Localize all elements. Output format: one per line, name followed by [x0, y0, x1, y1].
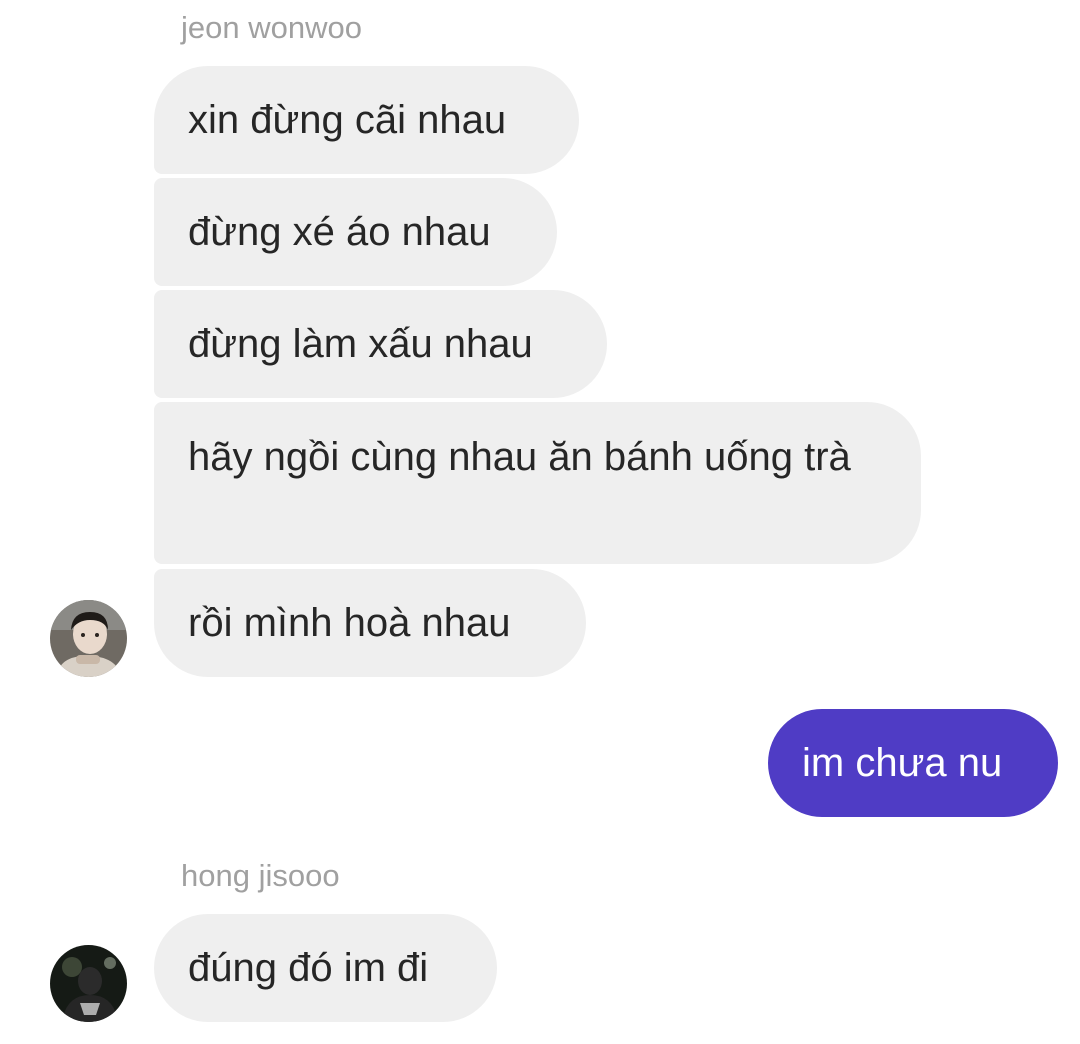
message-bubble[interactable]: đừng làm xấu nhau	[154, 290, 607, 398]
message-bubble[interactable]: đừng xé áo nhau	[154, 178, 557, 286]
sender-name: hong jisooo	[181, 858, 340, 893]
avatar[interactable]	[50, 945, 127, 1022]
message-bubble[interactable]: rồi mình hoà nhau	[154, 569, 586, 677]
message-bubble[interactable]: xin đừng cãi nhau	[154, 66, 579, 174]
sender-name: jeon wonwoo	[181, 10, 362, 45]
message-bubble-outgoing[interactable]: im chưa nu	[768, 709, 1058, 817]
message-bubble[interactable]: đúng đó im đi	[154, 914, 497, 1022]
profile-photo-icon	[50, 945, 127, 1022]
message-bubble[interactable]: hãy ngồi cùng nhau ăn bánh uống trà	[154, 402, 921, 564]
profile-photo-icon	[50, 600, 127, 677]
avatar[interactable]	[50, 600, 127, 677]
